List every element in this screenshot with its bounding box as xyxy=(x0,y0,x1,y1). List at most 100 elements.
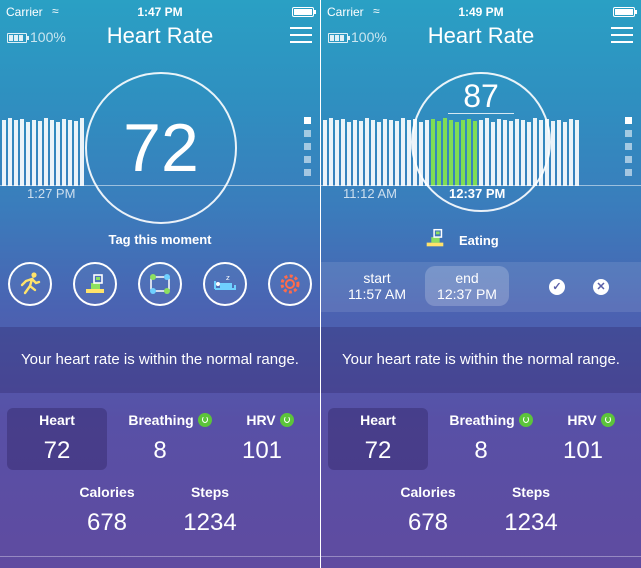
breathing-stat-value: 8 xyxy=(153,437,167,464)
eating-icon xyxy=(426,228,444,247)
history-bar xyxy=(365,118,369,186)
history-bar xyxy=(50,120,54,186)
history-bar xyxy=(56,122,60,186)
breathing-stat-label: Breathing xyxy=(441,412,541,428)
history-bar xyxy=(383,119,387,186)
history-bar xyxy=(335,120,339,186)
battery-icon xyxy=(292,7,316,17)
stats-panel: Heart 72 Breathing 8 HRV 101 Calories 67… xyxy=(321,404,641,554)
hrv-stat-text: HRV xyxy=(246,412,276,428)
tag-time-editor: start 11:57 AM end 12:37 PM ✓ ✕ xyxy=(321,262,641,312)
status-time: 1:49 PM xyxy=(458,5,504,19)
heart-stat-value: 72 xyxy=(364,437,392,464)
hrv-status-icon xyxy=(600,413,615,427)
tag-row: Eating xyxy=(321,226,641,256)
history-time-label: 1:27 PM xyxy=(27,186,76,201)
status-time: 1:47 PM xyxy=(137,5,183,19)
breathing-stat-text: Breathing xyxy=(449,412,515,428)
svg-text:z: z xyxy=(226,274,230,282)
hrv-stat-label: HRV xyxy=(230,412,310,428)
page-indicator[interactable] xyxy=(625,117,633,182)
history-bar xyxy=(359,121,363,186)
app-screens: Carrier ≈ 1:47 PM 100% Heart Rate 1:27 P… xyxy=(0,0,641,568)
history-bar xyxy=(353,120,357,186)
heart-rate-screen-tagged: Carrier ≈ 1:49 PM 100% Heart Rate 11:12 … xyxy=(321,0,641,568)
history-bar xyxy=(323,120,327,186)
history-bar xyxy=(74,121,78,186)
bottom-divider xyxy=(0,556,320,557)
hrv-stat-label: HRV xyxy=(551,412,631,428)
cancel-close-icon[interactable]: ✕ xyxy=(593,279,609,295)
page-title: Heart Rate xyxy=(106,23,214,48)
history-bar xyxy=(371,120,375,186)
history-start-time-label: 11:12 AM xyxy=(343,186,397,201)
tag-moment-label: Tag this moment xyxy=(108,232,212,247)
steps-stat-value: 1234 xyxy=(183,509,237,536)
steps-stat-label: Steps xyxy=(190,484,230,500)
history-bar xyxy=(62,119,66,186)
history-bar xyxy=(329,118,333,186)
calories-stat-value: 678 xyxy=(86,509,128,536)
bpm-value: 72 xyxy=(123,110,199,186)
history-bar xyxy=(8,118,12,186)
steps-stat-label: Steps xyxy=(511,484,551,500)
status-bar: Carrier ≈ 1:47 PM xyxy=(0,4,320,20)
heart-stat-value: 72 xyxy=(43,437,71,464)
status-message-band: Your heart rate is within the normal ran… xyxy=(321,327,641,393)
start-time-field[interactable]: start 11:57 AM xyxy=(337,266,417,306)
end-time-field[interactable]: end 12:37 PM xyxy=(425,266,509,306)
status-message: Your heart rate is within the normal ran… xyxy=(21,351,299,368)
breathing-status-icon xyxy=(197,413,212,427)
heart-stat-label: Heart xyxy=(360,412,396,428)
history-bar xyxy=(563,122,567,186)
history-bar xyxy=(20,119,24,186)
page-title: Heart Rate xyxy=(427,23,535,48)
status-bar: Carrier ≈ 1:49 PM xyxy=(321,4,641,20)
menu-icon[interactable] xyxy=(290,27,312,43)
breathing-stat-value: 8 xyxy=(474,437,488,464)
menu-icon[interactable] xyxy=(611,27,633,43)
history-bar xyxy=(389,120,393,186)
history-bar xyxy=(557,120,561,186)
settings-gear-icon[interactable] xyxy=(268,262,312,306)
tag-label: Eating xyxy=(459,233,499,248)
history-bar xyxy=(551,121,555,186)
breathing-stat-label: Breathing xyxy=(120,412,220,428)
history-bar xyxy=(569,119,573,186)
battery-icon xyxy=(613,7,637,17)
history-bar xyxy=(38,121,42,186)
bpm-value: 87 xyxy=(463,78,499,114)
calories-stat-label: Calories xyxy=(400,484,456,500)
end-time-value: 12:37 PM xyxy=(437,286,497,302)
history-bar xyxy=(14,120,18,186)
stats-panel: Heart 72 Breathing 8 HRV 101 Calories 67… xyxy=(0,404,320,554)
history-bar xyxy=(2,120,6,186)
bottom-divider xyxy=(321,556,641,557)
breathing-status-icon xyxy=(518,413,533,427)
calories-stat-label: Calories xyxy=(79,484,135,500)
history-bar xyxy=(341,119,345,186)
heart-rate-screen-default: Carrier ≈ 1:47 PM 100% Heart Rate 1:27 P… xyxy=(0,0,320,568)
start-time-value: 11:57 AM xyxy=(347,286,407,302)
eating-icon[interactable] xyxy=(73,262,117,306)
history-bar xyxy=(68,120,72,186)
hrv-stat-text: HRV xyxy=(567,412,597,428)
hrv-stat-value: 101 xyxy=(562,437,604,464)
page-indicator[interactable] xyxy=(304,117,312,182)
status-message-band: Your heart rate is within the normal ran… xyxy=(0,327,320,393)
breathing-stat-text: Breathing xyxy=(128,412,194,428)
history-bar xyxy=(32,120,36,186)
history-bar xyxy=(395,121,399,186)
end-label: end xyxy=(455,270,479,286)
meeting-icon[interactable] xyxy=(138,262,182,306)
heart-stat-label: Heart xyxy=(39,412,75,428)
confirm-check-icon[interactable]: ✓ xyxy=(549,279,565,295)
history-bar xyxy=(44,118,48,186)
history-bar xyxy=(80,118,84,186)
history-bar xyxy=(347,122,351,186)
steps-stat-value: 1234 xyxy=(504,509,558,536)
calories-stat-value: 678 xyxy=(407,509,449,536)
history-bar xyxy=(26,122,30,186)
sleeping-icon[interactable]: z xyxy=(203,262,247,306)
running-icon[interactable] xyxy=(8,262,52,306)
